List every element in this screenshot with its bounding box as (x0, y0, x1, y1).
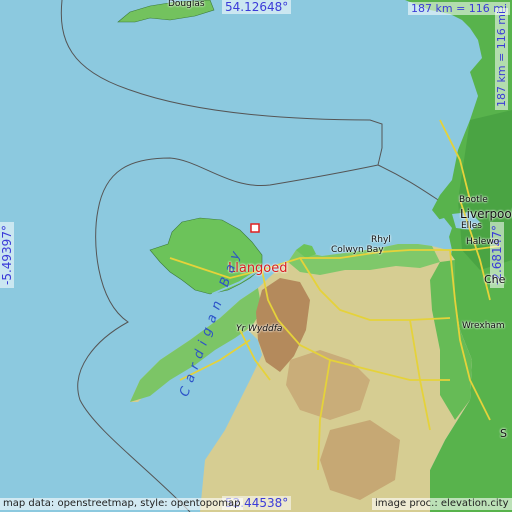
scale-vertical: 187 km = 116 mi (495, 7, 508, 110)
top-latitude: 54.12648° (222, 0, 292, 14)
left-longitude: -5.49397° (0, 222, 14, 288)
place-douglas: Douglas (168, 0, 205, 9)
place-yr-wyddfa: Yr Wyddfa (236, 324, 283, 334)
place-rhyl: Rhyl (371, 235, 391, 245)
location-marker[interactable] (250, 223, 260, 233)
place-chester: Che (484, 273, 506, 286)
place-shrewsbury: S (500, 427, 507, 440)
place-colwyn-bay: Colwyn Bay (331, 245, 384, 255)
map-canvas[interactable]: 54.12648° 52.44538° -5.49397° -2.68147° … (0, 0, 512, 512)
place-halewood: Halewo (466, 237, 500, 247)
credit-right: image proc.: elevation.city (372, 498, 512, 510)
place-liverpool: Liverpool (460, 207, 512, 221)
terrain-layer (0, 0, 512, 512)
place-bootle: Bootle (459, 195, 488, 205)
credit-left: map data: openstreetmap, style: opentopo… (0, 498, 244, 510)
place-ellesmere: Elles (461, 221, 482, 231)
place-wrexham: Wrexham (462, 321, 505, 331)
